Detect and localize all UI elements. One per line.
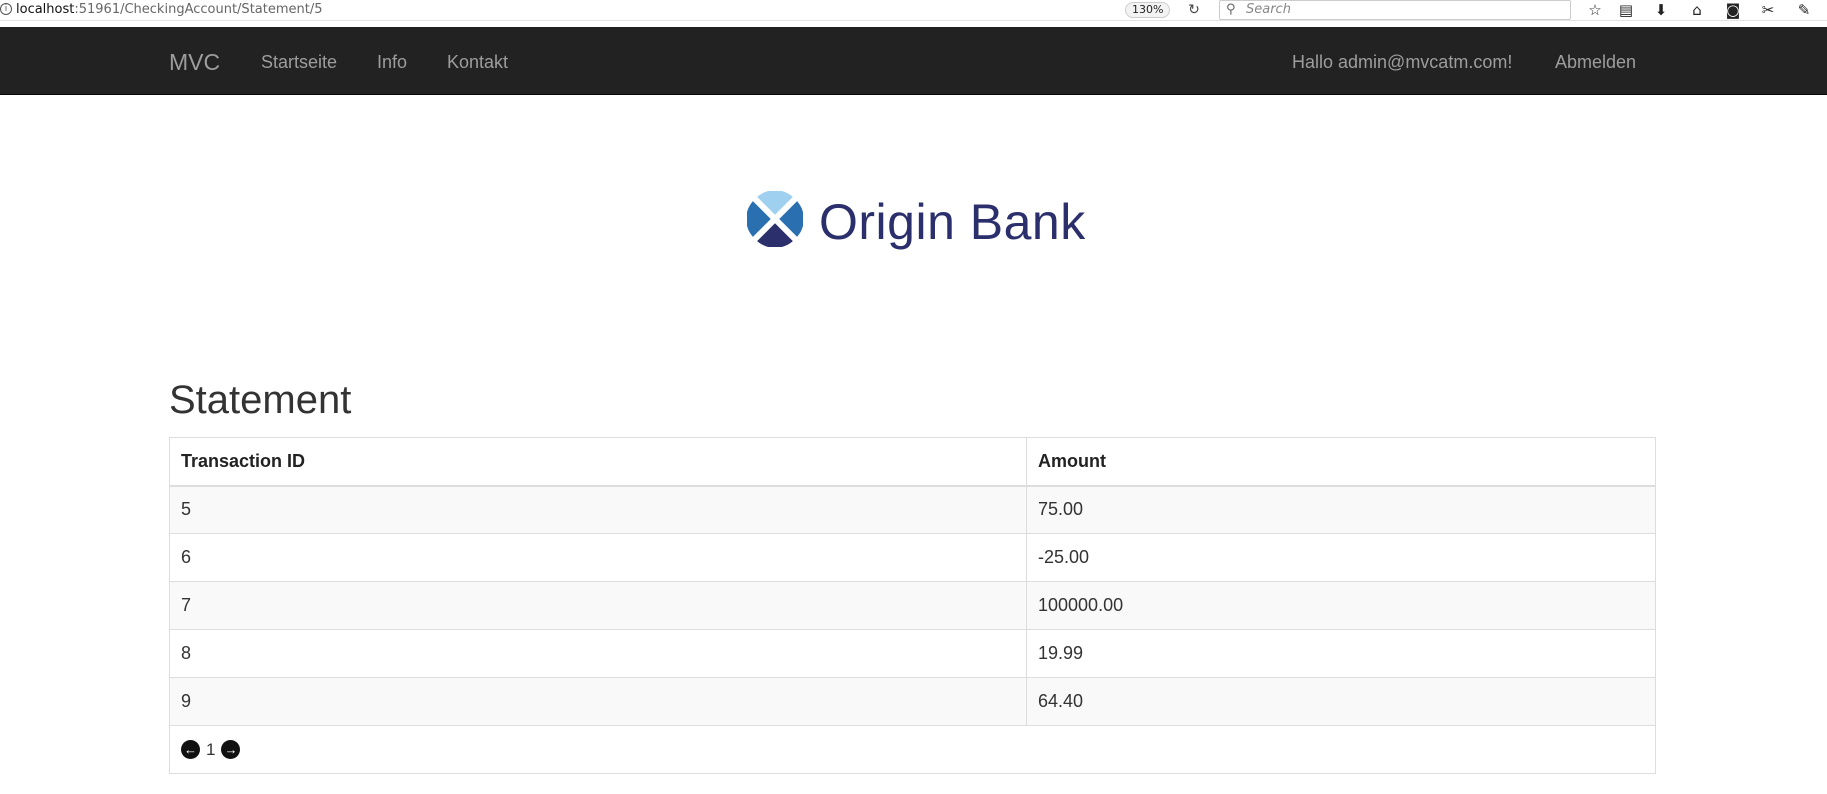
transaction-id-cell: 6 bbox=[169, 533, 1027, 582]
transaction-id-cell: 8 bbox=[169, 629, 1027, 678]
table-row: 6 -25.00 bbox=[169, 533, 1656, 582]
url-path: :51961/CheckingAccount/Statement/5 bbox=[74, 2, 323, 17]
table-row: 7 100000.00 bbox=[169, 581, 1656, 630]
search-icon: ⚲ bbox=[1226, 2, 1236, 17]
reading-list-icon[interactable]: ▤ bbox=[1616, 1, 1636, 19]
table-row: 9 64.40 bbox=[169, 677, 1656, 726]
site-info-icon[interactable]: i bbox=[0, 3, 12, 15]
pager: ← 1 → bbox=[181, 740, 1644, 760]
amount-cell: 64.40 bbox=[1026, 677, 1656, 726]
user-greeting-link[interactable]: Hallo admin@mvcatm.com! bbox=[1292, 52, 1512, 73]
table-row: 5 75.00 bbox=[169, 485, 1656, 534]
nav-link-startseite[interactable]: Startseite bbox=[261, 52, 337, 73]
bookmark-star-icon[interactable]: ☆ bbox=[1585, 1, 1605, 19]
screenshot-icon[interactable]: ✂ bbox=[1758, 1, 1778, 19]
home-icon[interactable]: ⌂ bbox=[1687, 1, 1707, 19]
table-header-row: Transaction ID Amount bbox=[169, 437, 1656, 487]
page-title: Statement bbox=[169, 378, 352, 422]
current-page-number[interactable]: 1 bbox=[204, 740, 217, 760]
top-navbar: MVC Startseite Info Kontakt Hallo admin@… bbox=[0, 27, 1827, 95]
transaction-id-cell: 5 bbox=[169, 485, 1027, 534]
pocket-icon[interactable]: ◙ bbox=[1723, 1, 1743, 19]
nav-link-info[interactable]: Info bbox=[377, 52, 407, 73]
origin-bank-logo-mark-icon bbox=[747, 191, 803, 247]
transaction-id-cell: 7 bbox=[169, 581, 1027, 630]
previous-page-arrow-icon[interactable]: ← bbox=[181, 740, 200, 759]
next-page-arrow-icon[interactable]: → bbox=[221, 740, 241, 759]
download-icon[interactable]: ⬇ bbox=[1651, 1, 1671, 19]
nav-link-kontakt[interactable]: Kontakt bbox=[447, 52, 508, 73]
browser-toolbar: i localhost:51961/CheckingAccount/Statem… bbox=[0, 0, 1827, 21]
amount-cell: 100000.00 bbox=[1026, 581, 1656, 630]
origin-bank-logo: Origin Bank bbox=[747, 189, 1085, 251]
reload-icon[interactable]: ↻ bbox=[1186, 1, 1202, 19]
pager-cell: ← 1 → bbox=[169, 725, 1656, 774]
header-transaction-id: Transaction ID bbox=[169, 437, 1027, 487]
logout-link[interactable]: Abmelden bbox=[1555, 52, 1636, 73]
url-host: localhost bbox=[16, 2, 75, 17]
browser-search-input[interactable]: ⚲ Search bbox=[1219, 0, 1571, 20]
header-amount: Amount bbox=[1026, 437, 1656, 487]
transaction-id-cell: 9 bbox=[169, 677, 1027, 726]
address-bar[interactable]: localhost:51961/CheckingAccount/Statemen… bbox=[16, 2, 323, 17]
logo-text: Origin Bank bbox=[819, 194, 1086, 250]
amount-cell: 75.00 bbox=[1026, 485, 1656, 534]
table-row: 8 19.99 bbox=[169, 629, 1656, 678]
search-placeholder: Search bbox=[1246, 2, 1291, 17]
statement-table: Transaction ID Amount 5 75.00 6 -25.00 7… bbox=[169, 437, 1656, 774]
extension-icon[interactable]: ✎ bbox=[1794, 1, 1814, 19]
pager-row: ← 1 → bbox=[169, 725, 1656, 774]
brand-link[interactable]: MVC bbox=[169, 49, 220, 76]
amount-cell: 19.99 bbox=[1026, 629, 1656, 678]
zoom-level-badge[interactable]: 130% bbox=[1125, 2, 1171, 18]
amount-cell: -25.00 bbox=[1026, 533, 1656, 582]
